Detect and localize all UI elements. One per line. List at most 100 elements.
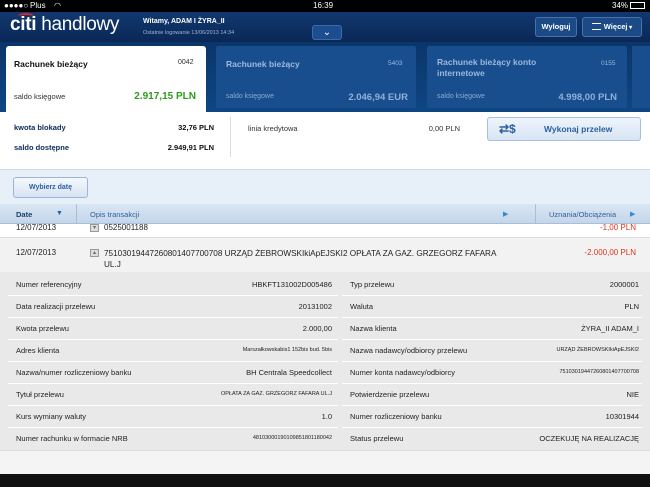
detail-label: Status przelewu: [350, 434, 404, 443]
detail-value: URZĄD ŻEBROWSKIkiApEJSKI2: [556, 347, 639, 353]
column-description[interactable]: Opis transakcji: [90, 210, 139, 219]
detail-value: OCZEKUJĘ NA REALIZACJĘ: [539, 434, 639, 443]
account-card[interactable]: Rachunek bieżący konto internetowe 0155 …: [427, 46, 627, 108]
details-left-column: Numer referencyjny HBKFT131002D005486 Dat…: [8, 274, 338, 449]
column-date[interactable]: Date: [16, 210, 32, 219]
detail-row: Numer konta nadawcy/odbiorcy 751030194472…: [342, 362, 642, 383]
credit-line-value: 0,00 PLN: [428, 124, 460, 133]
make-transfer-label: Wykonaj przelew: [544, 124, 613, 134]
blocked-amount-value: 32,76 PLN: [178, 123, 214, 132]
available-balance-label: saldo dostępne: [14, 143, 70, 152]
account-balance: 2.046,94 EUR: [348, 92, 408, 103]
battery-level: 34%: [612, 1, 629, 10]
blocked-amount-label: kwota blokady: [14, 123, 66, 132]
detail-value: OPŁATA ZA GAZ. GRZEGORZ FAFARA UL.J: [220, 391, 332, 397]
detail-label: Nazwa/numer rozliczeniowy banku: [16, 368, 132, 377]
detail-label: Nazwa klienta: [350, 324, 397, 333]
account-name: Rachunek bieżący konto internetowe: [437, 57, 537, 78]
detail-row: Typ przelewu 2000001: [342, 274, 642, 295]
detail-label: Adres klienta: [16, 346, 60, 355]
transaction-description: 0525001188: [104, 224, 148, 232]
account-card-partial[interactable]: [632, 46, 650, 108]
detail-row: Status przelewu OCZEKUJĘ NA REALIZACJĘ: [342, 428, 642, 449]
expand-icon[interactable]: ▾: [90, 224, 99, 232]
detail-row: Nazwa/numer rozliczeniowy banku BH Centra…: [8, 362, 338, 383]
account-number: 5403: [388, 60, 403, 67]
device-bezel: [0, 474, 650, 487]
detail-value: 48103000190109851801180042: [252, 435, 332, 441]
make-transfer-button[interactable]: ⇄$ Wykonaj przelew: [487, 117, 641, 141]
arrow-right-icon[interactable]: ▶: [630, 210, 635, 218]
brand-handlowy: handlowy: [41, 14, 120, 35]
detail-row: Nazwa nadawcy/odbiorcy przelewu URZĄD ŻEB…: [342, 340, 642, 361]
caret-down-icon: ▾: [627, 25, 633, 31]
details-right-column: Typ przelewu 2000001 Waluta PLN Nazwa klie…: [342, 274, 642, 449]
account-saldo-label: saldo księgowe: [14, 92, 66, 101]
detail-value: 1.0: [321, 412, 332, 421]
transaction-date: 12/07/2013: [16, 248, 57, 257]
detail-label: Nazwa nadawcy/odbiorcy przelewu: [350, 346, 468, 355]
column-divider: [535, 204, 536, 224]
wifi-icon: ◠: [54, 1, 61, 10]
transaction-row[interactable]: 12/07/2013 ▾ 0525001188 -1,00 PLN: [0, 224, 650, 237]
detail-value: NIE: [626, 390, 639, 399]
detail-value: Marszałkowskabis1 152bis bud. 5bis: [242, 347, 332, 353]
detail-row: Kwota przelewu 2.000,00: [8, 318, 338, 339]
detail-value: 10301944: [605, 412, 639, 421]
credit-line-label: linia kredytowa: [248, 124, 298, 133]
transaction-description: 75103019447260801407700708 URZĄD ŻEBROWS…: [104, 249, 496, 269]
account-card[interactable]: Rachunek bieżący 5403 saldo księgowe 2.0…: [216, 46, 416, 108]
panel-divider: [230, 117, 231, 157]
transaction-row-expanded[interactable]: 12/07/2013 ▴ 75103019447260801407700708 …: [0, 238, 650, 272]
detail-row: Numer rozliczeniowy banku 10301944: [342, 406, 642, 427]
detail-row: Potwierdzenie przelewu NIE: [342, 384, 642, 405]
detail-label: Waluta: [350, 302, 374, 311]
detail-row: Adres klienta Marszałkowskabis1 152bis bu…: [8, 340, 338, 361]
detail-row: Tytuł przelewu OPŁATA ZA GAZ. GRZEGORZ FA…: [8, 384, 338, 405]
detail-row: Numer rachunku w formacie NRB 48103000190…: [8, 428, 338, 449]
account-card-active[interactable]: Rachunek bieżący 0042 saldo księgowe 2.9…: [6, 46, 206, 112]
collapse-icon[interactable]: ▴: [90, 249, 99, 257]
transaction-date: 12/07/2013: [16, 224, 57, 232]
more-menu-button[interactable]: Więcej ▾: [582, 17, 642, 37]
detail-label: Numer konta nadawcy/odbiorcy: [350, 368, 456, 377]
more-label: Więcej: [603, 22, 628, 31]
chevron-down-icon[interactable]: ⌄: [312, 25, 342, 40]
detail-value: HBKFT131002D005486: [251, 280, 332, 289]
available-balance-value: 2.949,91 PLN: [167, 143, 214, 152]
detail-label: Potwierdzenie przelewu: [350, 390, 430, 399]
detail-label: Numer rozliczeniowy banku: [350, 412, 442, 421]
account-name: Rachunek bieżący: [226, 59, 300, 69]
column-amount[interactable]: Uznania/Obciążenia: [549, 210, 616, 219]
filter-bar: [0, 170, 650, 204]
choose-date-button[interactable]: Wybierz datę: [13, 177, 88, 198]
detail-label: Typ przelewu: [350, 280, 395, 289]
logout-button[interactable]: Wyloguj: [535, 17, 577, 37]
account-number: 0042: [178, 59, 194, 66]
brand-citi: citi: [10, 14, 37, 35]
column-divider: [76, 204, 77, 224]
account-name: Rachunek bieżący: [14, 59, 88, 69]
detail-label: Data realizacji przelewu: [16, 302, 96, 311]
clock: 16:39: [313, 1, 334, 10]
account-balance: 2.917,15 PLN: [134, 91, 196, 102]
transfer-arrows-dollar-icon: ⇄$: [499, 122, 516, 136]
transaction-amount: -2.000,00 PLN: [584, 248, 636, 257]
account-saldo-label: saldo księgowe: [437, 93, 485, 100]
next-transaction-row[interactable]: [0, 450, 650, 487]
transaction-amount: -1,00 PLN: [599, 224, 636, 232]
welcome-text: Witamy, ADAM I ŻYRA_II: [143, 18, 225, 25]
detail-value: PLN: [624, 302, 639, 311]
arrow-right-icon[interactable]: ▶: [503, 210, 508, 218]
sort-desc-icon[interactable]: ▼: [56, 210, 63, 217]
detail-value: 20131002: [298, 302, 332, 311]
detail-value: BH Centrala Speedcollect: [246, 368, 332, 377]
last-login-text: Ostatnie logowanie 13/06/2013 14:34: [143, 30, 235, 36]
carrier-name: Plus: [30, 1, 46, 10]
detail-row: Nazwa klienta ŻYRA_II ADAM_I: [342, 318, 642, 339]
account-balance: 4.998,00 PLN: [558, 92, 617, 103]
detail-row: Data realizacji przelewu 20131002: [8, 296, 338, 317]
detail-label: Numer referencyjny: [16, 280, 82, 289]
detail-row: Waluta PLN: [342, 296, 642, 317]
signal-icon: ●●●●○: [4, 1, 29, 10]
